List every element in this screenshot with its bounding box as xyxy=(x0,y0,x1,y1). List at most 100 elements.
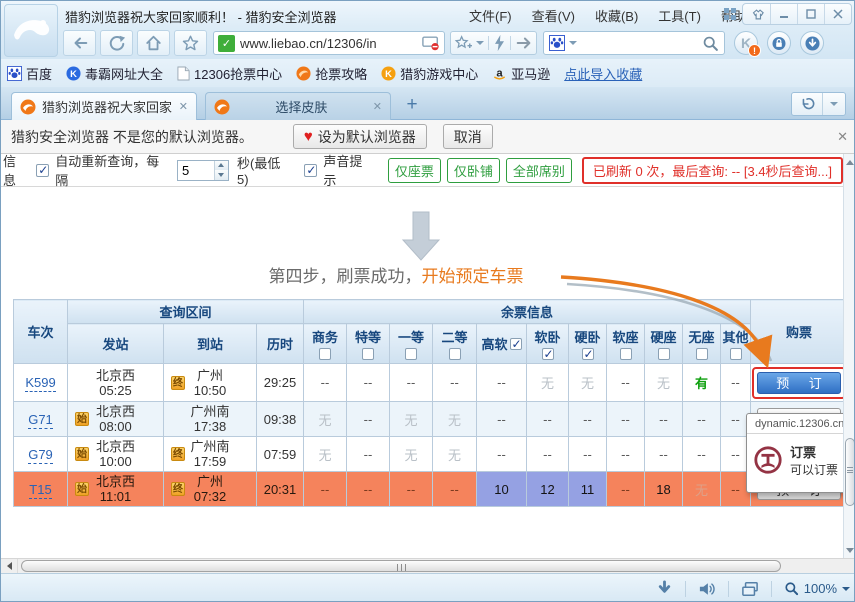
horizontal-scrollbar[interactable] xyxy=(1,558,855,573)
tab-close-icon[interactable]: ✕ xyxy=(373,100,382,113)
home-button[interactable] xyxy=(137,30,170,56)
seat-cell: 无 xyxy=(390,437,433,472)
toolbar-actions xyxy=(450,31,537,55)
stepper-up-icon[interactable] xyxy=(215,161,228,171)
seat-cell: -- xyxy=(721,364,751,402)
train-link[interactable]: K599 xyxy=(25,375,55,392)
filter-button[interactable]: 全部席别 xyxy=(506,158,572,183)
seat-cell: 无 xyxy=(304,402,347,437)
seat-filter-checkbox[interactable] xyxy=(658,348,670,360)
train-link[interactable]: G79 xyxy=(28,447,53,464)
station-cell: 终广州07:32 xyxy=(164,472,257,507)
bookmark-item[interactable]: 百度 xyxy=(7,64,52,83)
seat-cell: -- xyxy=(347,472,390,507)
seat-filter-checkbox[interactable] xyxy=(319,348,331,360)
tooltip-body: 可以订票 xyxy=(790,461,838,478)
tab-2[interactable]: 选择皮肤 ✕ xyxy=(205,92,391,120)
bookmark-item[interactable]: 抢票攻略 xyxy=(296,64,367,83)
scroll-up-icon[interactable] xyxy=(844,155,855,169)
cancel-button[interactable]: 取消 xyxy=(443,124,493,149)
url-text[interactable]: www.liebao.cn/12306/in xyxy=(240,36,422,51)
downloads-icon[interactable] xyxy=(656,580,673,597)
stepper-down-icon[interactable] xyxy=(215,170,228,180)
seat-filter-checkbox[interactable] xyxy=(362,348,374,360)
menu-item[interactable]: 查看(V) xyxy=(532,6,575,25)
new-tab-button[interactable]: + xyxy=(399,95,425,117)
booking-tooltip: dynamic.12306.cn 订票 可以订票 xyxy=(746,413,855,493)
favorites-button[interactable] xyxy=(174,30,207,56)
zoom-control[interactable]: 100% xyxy=(784,581,850,596)
vertical-scrollbar-thumb[interactable] xyxy=(845,438,855,506)
train-link[interactable]: G71 xyxy=(28,412,53,429)
menu-item[interactable]: 文件(F) xyxy=(469,6,512,25)
close-button[interactable] xyxy=(824,4,851,24)
menu-item[interactable]: 工具(T) xyxy=(658,6,701,25)
seat-filter-checkbox[interactable] xyxy=(620,348,632,360)
maximize-button[interactable] xyxy=(797,4,824,24)
window-title: 猎豹浏览器祝大家回家顺利！ - 猎豹安全浏览器 xyxy=(65,7,337,26)
col-duration: 历时 xyxy=(257,324,304,364)
tab-favicon-icon xyxy=(214,99,230,115)
interval-input[interactable] xyxy=(178,161,214,180)
filter-button[interactable]: 仅座票 xyxy=(388,158,441,183)
auto-refresh-label: 自动重新查询，每隔 xyxy=(55,154,169,189)
seat-filter-checkbox[interactable] xyxy=(730,348,742,360)
seat-cell: 10 xyxy=(477,472,527,507)
bookmark-item[interactable]: K猎豹游戏中心 xyxy=(381,64,478,83)
skin-button[interactable] xyxy=(743,4,770,24)
kingsoft-button[interactable]: K ! xyxy=(734,31,758,55)
liebao-logo[interactable] xyxy=(4,4,58,57)
bookmark-item[interactable]: 12306抢票中心 xyxy=(177,64,282,83)
seat-filter-checkbox[interactable] xyxy=(582,348,594,360)
seat-filter-checkbox[interactable] xyxy=(510,338,522,350)
bookmark-item[interactable]: 点此导入收藏 xyxy=(564,64,642,83)
address-bar[interactable]: ✓ www.liebao.cn/12306/in xyxy=(213,31,445,55)
add-bookmark-icon[interactable] xyxy=(454,34,472,52)
bookmark-item[interactable]: a亚马逊 xyxy=(492,64,550,83)
search-engine-dropdown-icon[interactable] xyxy=(569,41,577,45)
seat-filter-checkbox[interactable] xyxy=(542,348,554,360)
scroll-left-icon[interactable] xyxy=(1,559,18,573)
minimize-button[interactable] xyxy=(770,4,797,24)
vertical-scrollbar[interactable] xyxy=(843,154,855,558)
back-button[interactable] xyxy=(63,30,96,56)
speaker-icon[interactable] xyxy=(698,581,716,597)
col-seat-软卧: 软卧 xyxy=(527,324,569,364)
seat-filter-checkbox[interactable] xyxy=(696,348,708,360)
tab-close-icon[interactable]: ✕ xyxy=(179,100,188,113)
security-button[interactable] xyxy=(767,31,791,55)
scroll-down-icon[interactable] xyxy=(844,543,855,557)
book-button[interactable]: 预 订 xyxy=(757,372,841,394)
refresh-button[interactable] xyxy=(100,30,133,56)
seat-filter-checkbox[interactable] xyxy=(449,348,461,360)
tab-1[interactable]: 猎豹浏览器祝大家回家... ✕ xyxy=(11,92,197,120)
bookmark-item[interactable]: K毒霸网址大全 xyxy=(66,64,163,83)
svg-text:K: K xyxy=(70,68,77,78)
search-icon[interactable] xyxy=(702,35,719,52)
seat-filter-checkbox[interactable] xyxy=(405,348,417,360)
station-badge: 终 xyxy=(171,482,185,496)
horizontal-scrollbar-thumb[interactable] xyxy=(21,560,781,572)
train-link[interactable]: T15 xyxy=(29,482,51,499)
sound-alert-checkbox[interactable] xyxy=(304,164,317,177)
stepper-arrows[interactable] xyxy=(214,161,228,180)
apps-grid-icon[interactable] xyxy=(724,8,736,20)
reopen-closed-tab-button[interactable] xyxy=(792,93,822,115)
lightning-icon[interactable] xyxy=(493,34,506,52)
baidu-paw-icon[interactable] xyxy=(549,35,565,51)
adblock-icon[interactable] xyxy=(422,36,440,51)
set-default-browser-button[interactable]: ♥ 设为默认浏览器 xyxy=(293,124,427,149)
station-cell: 始北京西08:00 xyxy=(68,402,164,437)
cascade-windows-icon[interactable] xyxy=(741,581,759,597)
filter-button[interactable]: 仅卧铺 xyxy=(447,158,500,183)
search-box[interactable] xyxy=(543,31,725,55)
bookmark-dropdown-icon[interactable] xyxy=(476,41,484,45)
reopen-dropdown-button[interactable] xyxy=(822,93,845,115)
seat-cell: -- xyxy=(347,364,390,402)
notification-close-icon[interactable]: ✕ xyxy=(837,129,848,145)
download-button[interactable] xyxy=(800,31,824,55)
interval-stepper[interactable] xyxy=(177,160,229,181)
auto-refresh-checkbox[interactable] xyxy=(36,164,49,177)
go-icon[interactable] xyxy=(515,34,533,52)
menu-item[interactable]: 收藏(B) xyxy=(595,6,638,25)
